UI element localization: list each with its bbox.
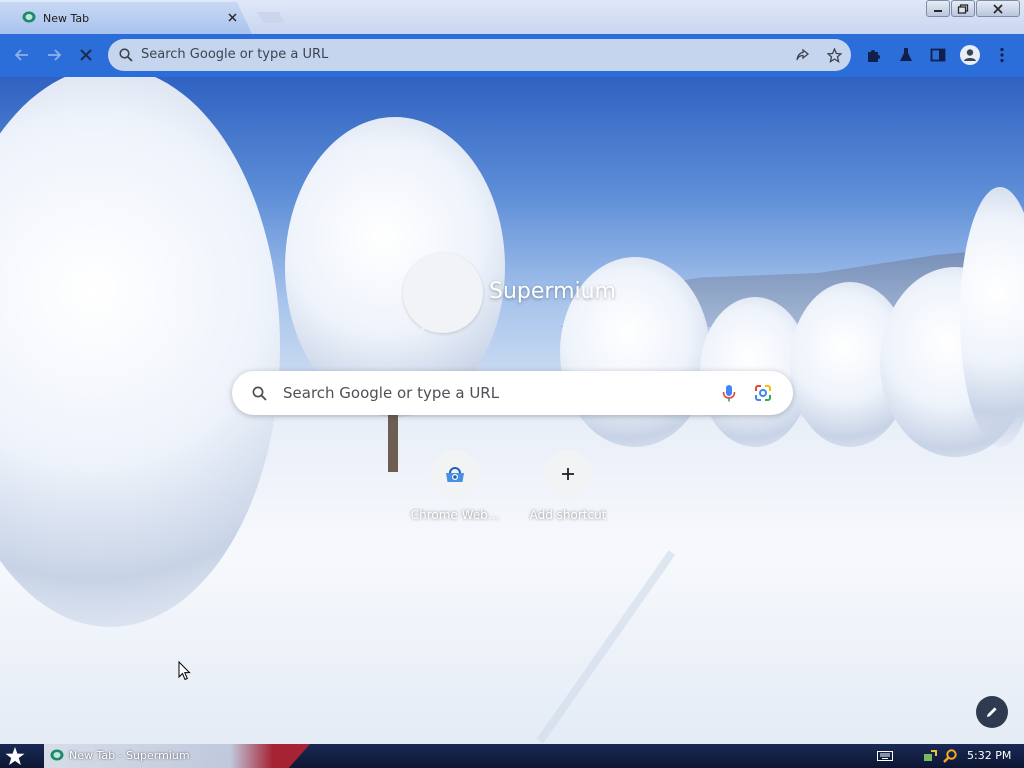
taskbar: New Tab - Supermium 5:32 PM: [0, 744, 1024, 768]
start-star-icon: [5, 747, 25, 765]
start-button[interactable]: [4, 746, 30, 766]
toolbar: Search Google or type a URL: [0, 34, 1024, 77]
close-icon: [993, 3, 1003, 14]
supermium-favicon-icon: [50, 749, 64, 761]
profile-button[interactable]: [958, 43, 982, 67]
arrow-left-icon: [14, 49, 28, 61]
tab-close-button[interactable]: [224, 10, 240, 26]
forward-button[interactable]: [42, 43, 66, 67]
shortcut-label: Add shortcut: [529, 508, 607, 522]
side-panel-icon: [930, 48, 946, 62]
shortcut-tile: [544, 450, 592, 498]
taskbar-item-label: New Tab - Supermium: [69, 749, 190, 762]
new-tab-button[interactable]: [257, 12, 285, 23]
share-button[interactable]: [790, 43, 814, 67]
flask-icon: [900, 48, 912, 61]
network-icon: [924, 750, 937, 761]
supermium-logo: [403, 253, 483, 333]
stop-button[interactable]: [74, 43, 98, 67]
address-bar[interactable]: Search Google or type a URL: [108, 39, 851, 71]
supermium-favicon-icon: [22, 11, 36, 23]
keyboard-tray-button[interactable]: [877, 748, 893, 764]
stop-x-icon: [80, 49, 92, 61]
taskbar-clock: 5:32 PM: [967, 749, 1012, 762]
restore-icon: [957, 3, 969, 14]
google-lens-icon: [755, 385, 771, 401]
close-icon: [228, 13, 236, 22]
minimize-button[interactable]: [926, 0, 950, 17]
puzzle-icon: [868, 50, 880, 62]
shortcut-label: Chrome Web...: [410, 508, 500, 522]
kebab-menu-icon: [1000, 47, 1004, 63]
new-tab-page: Supermium Search Google or type a URL Ch…: [0, 77, 1024, 744]
window-controls: [926, 0, 1020, 17]
chrome-web-store-icon: [446, 467, 464, 482]
menu-button[interactable]: [990, 43, 1014, 67]
shortcut-tile: [431, 450, 479, 498]
restore-button[interactable]: [951, 0, 975, 17]
microphone-icon: [722, 385, 736, 402]
bookmark-button[interactable]: [822, 43, 846, 67]
tab-title: New Tab: [43, 12, 90, 25]
title-bar: New Tab: [0, 0, 1024, 34]
search-icon: [943, 749, 957, 763]
arrow-right-icon: [48, 49, 62, 61]
side-panel-button[interactable]: [926, 43, 950, 67]
address-bar-placeholder: Search Google or type a URL: [141, 47, 329, 62]
network-tray-button[interactable]: [922, 748, 938, 764]
pencil-icon: [987, 707, 997, 717]
shortcut-chrome-web-store[interactable]: Chrome Web...: [399, 450, 511, 540]
customize-page-button[interactable]: [976, 696, 1008, 728]
tab-new-tab[interactable]: New Tab: [0, 2, 252, 34]
star-icon: [826, 47, 842, 63]
keyboard-icon: [877, 751, 893, 761]
minimize-icon: [934, 9, 942, 12]
voice-search-button[interactable]: [718, 382, 740, 404]
avatar-icon: [960, 45, 980, 65]
window-close-button[interactable]: [976, 0, 1020, 17]
extensions-button[interactable]: [862, 43, 886, 67]
mouse-pointer-icon: [178, 661, 191, 681]
ntp-search-box[interactable]: Search Google or type a URL: [232, 371, 793, 415]
add-shortcut-button[interactable]: Add shortcut: [512, 450, 624, 540]
search-tray-button[interactable]: [942, 748, 958, 764]
search-icon: [252, 386, 267, 401]
search-icon: [119, 48, 133, 62]
brand-name: Supermium: [489, 279, 616, 304]
back-button[interactable]: [10, 43, 34, 67]
ntp-search-placeholder: Search Google or type a URL: [283, 384, 500, 402]
lens-search-button[interactable]: [752, 382, 774, 404]
labs-button[interactable]: [894, 43, 918, 67]
plus-icon: [562, 468, 574, 480]
share-icon: [795, 48, 809, 60]
